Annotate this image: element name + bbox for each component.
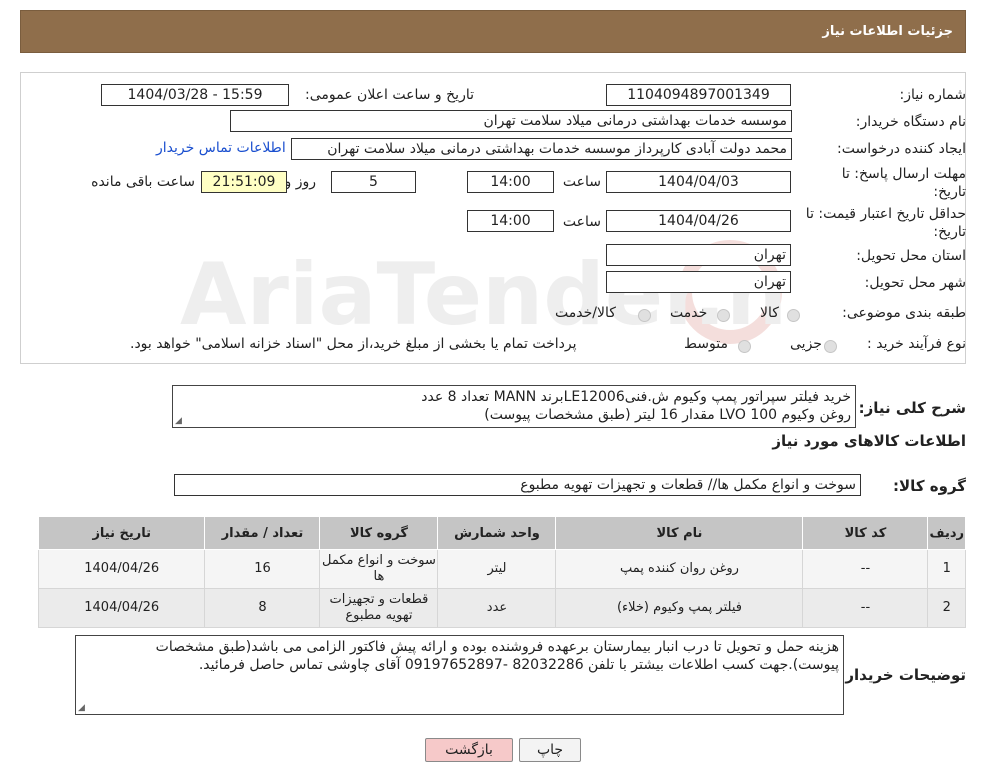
buyer-notes-label: توضیحات خریدار:	[839, 666, 966, 684]
table-row: 1 -- روغن روان کننده پمپ لیتر سوخت و انو…	[37, 549, 966, 589]
cell-need-date: 1404/04/26	[37, 588, 206, 628]
resize-grip-icon[interactable]: ◢	[175, 417, 182, 426]
col-header-item-code: کد کالا	[802, 516, 929, 550]
col-header-need-date: تاریخ نیاز	[37, 516, 206, 550]
province-field[interactable]: تهران	[606, 244, 791, 266]
need-summary-line-1: خرید فیلتر سپراتور پمپ وکیوم ش.فنیLE1200…	[421, 389, 851, 405]
city-label: شهر محل تحویل:	[864, 275, 966, 291]
remaining-time-field: 21:51:09	[201, 171, 287, 193]
deadline-time-label: ساعت	[562, 174, 601, 190]
cell-item-code: --	[802, 549, 929, 589]
cell-row-number: 2	[927, 588, 966, 628]
deadline-date-field[interactable]: 1404/04/03	[606, 171, 791, 193]
print-button[interactable]: چاپ	[519, 738, 581, 762]
goods-group-label: گروه کالا:	[893, 477, 966, 495]
price-validity-date-field[interactable]: 1404/04/26	[606, 210, 791, 232]
cell-row-number: 1	[927, 549, 966, 589]
cell-item-name: فیلتر پمپ وکیوم (خلاء)	[555, 588, 804, 628]
cell-item-group: قطعات و تجهیزات تهویه مطبوع	[319, 588, 439, 628]
announce-datetime-field[interactable]: 1404/03/28 - 15:59	[101, 84, 289, 106]
process-option-minor: جزیی	[790, 336, 822, 352]
process-radio-medium[interactable]	[738, 340, 751, 353]
category-option-goods-service: کالا/خدمت	[555, 305, 616, 321]
process-option-medium: متوسط	[684, 336, 728, 352]
cell-item-code: --	[802, 588, 929, 628]
cell-quantity: 16	[204, 549, 321, 589]
need-summary-textarea[interactable]: خرید فیلتر سپراتور پمپ وکیوم ش.فنیLE1200…	[172, 385, 856, 428]
category-radio-service[interactable]	[717, 309, 730, 322]
creator-label: ایجاد کننده درخواست:	[837, 141, 966, 157]
category-radio-goods-service[interactable]	[638, 309, 651, 322]
buyer-org-label: نام دستگاه خریدار:	[855, 114, 966, 130]
col-header-item-name: نام کالا	[555, 516, 804, 550]
category-option-goods: کالا	[760, 305, 779, 321]
page-title: جزئیات اطلاعات نیاز	[822, 24, 953, 39]
buyer-notes-textarea[interactable]: هزینه حمل و تحویل تا درب انبار بیمارستان…	[75, 635, 844, 715]
need-summary-line-2: روغن وکیوم LVO 100 مقدار 16 لیتر (طبق مش…	[484, 407, 851, 423]
process-type-label: نوع فرآیند خرید :	[867, 336, 966, 352]
price-validity-label: حداقل تاریخ اعتبار قیمت: تا	[805, 206, 966, 222]
price-validity-time-field[interactable]: 14:00	[467, 210, 554, 232]
process-payment-note: پرداخت تمام یا بخشی از مبلغ خرید،از محل …	[130, 336, 577, 352]
need-number-field[interactable]: 1104094897001349	[606, 84, 791, 106]
province-label: استان محل تحویل:	[856, 248, 966, 264]
city-field[interactable]: تهران	[606, 271, 791, 293]
category-option-service: خدمت	[670, 305, 708, 321]
cell-quantity: 8	[204, 588, 321, 628]
col-header-unit: واحد شمارش	[437, 516, 557, 550]
buyer-contact-link[interactable]: اطلاعات تماس خریدار	[156, 140, 286, 156]
cell-unit: عدد	[437, 588, 557, 628]
col-header-row-number: ردیف	[927, 516, 966, 550]
deadline-label-date: تاریخ:	[933, 184, 966, 200]
buyer-notes-text: هزینه حمل و تحویل تا درب انبار بیمارستان…	[155, 639, 839, 673]
goods-info-title: اطلاعات کالاهای مورد نیاز	[772, 432, 966, 450]
page-header: جزئیات اطلاعات نیاز	[20, 10, 966, 53]
goods-table: ردیف کد کالا نام کالا واحد شمارش گروه کا…	[37, 516, 966, 628]
back-button[interactable]: بازگشت	[425, 738, 513, 762]
resize-grip-icon[interactable]: ◢	[78, 704, 85, 713]
deadline-time-field[interactable]: 14:00	[467, 171, 554, 193]
price-validity-label-date: تاریخ:	[933, 224, 966, 240]
need-summary-label: شرح کلی نیاز:	[858, 399, 966, 417]
cell-item-name: روغن روان کننده پمپ	[555, 549, 804, 589]
price-validity-time-label: ساعت	[562, 214, 601, 230]
category-radio-goods[interactable]	[787, 309, 800, 322]
announce-datetime-label: تاریخ و ساعت اعلان عمومی:	[305, 87, 474, 103]
buyer-org-field[interactable]: موسسه خدمات بهداشتی درمانی میلاد سلامت ت…	[230, 110, 792, 132]
cell-unit: لیتر	[437, 549, 557, 589]
goods-group-field[interactable]: سوخت و انواع مکمل ها// قطعات و تجهیزات ت…	[174, 474, 861, 496]
remaining-days-field[interactable]: 5	[331, 171, 416, 193]
deadline-label: مهلت ارسال پاسخ: تا	[841, 166, 966, 182]
table-row: 2 -- فیلتر پمپ وکیوم (خلاء) عدد قطعات و …	[37, 588, 966, 628]
col-header-item-group: گروه کالا	[319, 516, 439, 550]
need-number-label: شماره نیاز:	[899, 87, 967, 103]
process-radio-minor[interactable]	[824, 340, 837, 353]
days-label: روز و	[284, 174, 317, 190]
table-header-row: ردیف کد کالا نام کالا واحد شمارش گروه کا…	[37, 516, 966, 550]
category-label: طبقه بندی موضوعی:	[842, 305, 966, 321]
cell-need-date: 1404/04/26	[37, 549, 206, 589]
remaining-time-label: ساعت باقی مانده	[91, 174, 195, 190]
col-header-quantity: تعداد / مقدار	[204, 516, 321, 550]
cell-item-group: سوخت و انواع مکمل ها	[319, 549, 439, 589]
creator-field[interactable]: محمد دولت آبادی کارپرداز موسسه خدمات بهد…	[291, 138, 792, 160]
